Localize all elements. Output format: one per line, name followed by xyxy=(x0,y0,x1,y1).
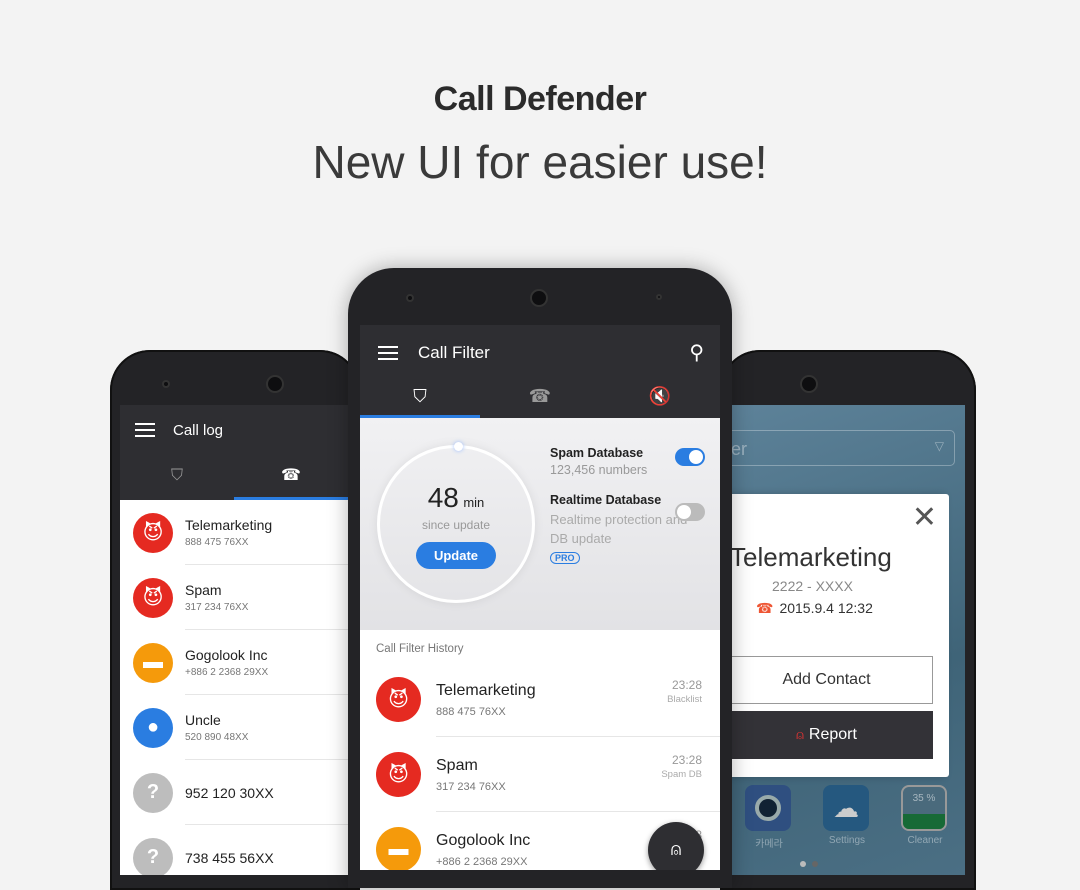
update-timer: 48 min since update Update xyxy=(377,442,535,603)
sensor-icon xyxy=(656,294,662,300)
devil-icon: 😈 xyxy=(133,512,173,553)
close-icon[interactable]: ✕ xyxy=(912,500,937,535)
contact-name: 952 120 30XX xyxy=(185,784,274,801)
missed-call-icon: ☎ xyxy=(756,600,774,616)
tab-mute[interactable]: 🔇 xyxy=(600,380,720,418)
call-log-list: 😈 Telemarketing 888 475 76XX 😈 Spam 317 … xyxy=(120,500,348,875)
tab-call[interactable]: ☎ xyxy=(480,380,600,418)
store-icon: ▬ xyxy=(133,642,173,683)
contact-name: Gogolook Inc xyxy=(185,647,268,663)
contact-number: 520 890 48XX xyxy=(185,732,249,743)
devil-icon: 😈 xyxy=(376,752,421,797)
timer-unit: min xyxy=(463,495,485,510)
call-log-item[interactable]: ? 738 455 56XX xyxy=(120,825,348,875)
speaker-icon xyxy=(266,375,284,393)
store-icon: ▬ xyxy=(376,827,421,870)
status-panel: 48 min since update Update Spam Database… xyxy=(360,418,720,630)
cleaner-value: 35 % xyxy=(912,793,936,804)
home-apps: 카메라 ☁ Settings 35 % Cleaner xyxy=(745,785,949,850)
history-label: Call Filter History xyxy=(376,643,464,655)
menu-icon[interactable] xyxy=(135,423,155,437)
unknown-icon: ? xyxy=(133,837,173,875)
devil-icon: 😈 xyxy=(133,577,173,618)
call-time: 23:28 xyxy=(671,753,702,767)
right-screen: er ▽ 카메라 ☁ Settings 35 % Cleaner ✕ Telem… xyxy=(730,405,965,875)
report-label: Report xyxy=(808,726,857,743)
add-contact-button[interactable]: Add Contact xyxy=(730,656,933,704)
contact-name: Uncle xyxy=(185,712,221,728)
speaker-icon xyxy=(530,289,548,307)
contact-name: Spam xyxy=(185,582,222,598)
headline-title: Call Defender xyxy=(433,80,647,118)
caller-name: Telemarketing xyxy=(730,542,892,572)
app-cleaner[interactable]: 35 % Cleaner xyxy=(901,785,949,850)
call-time: 23:28 xyxy=(671,678,702,692)
app-camera[interactable]: 카메라 xyxy=(745,785,793,850)
caller-dialog: ✕ Telemarketing 2222 - XXXX ☎ 2015.9.4 12… xyxy=(730,494,949,777)
dropdown-icon[interactable]: ▽ xyxy=(935,439,944,453)
contact-number: 888 475 76XX xyxy=(185,537,249,548)
devil-icon: 😈 xyxy=(376,677,421,722)
unknown-icon: ? xyxy=(133,772,173,813)
menu-icon[interactable] xyxy=(378,345,398,360)
tab-filter[interactable]: ⛉ xyxy=(360,380,480,418)
call-log-item[interactable]: 😈 Telemarketing 888 475 76XX xyxy=(120,500,348,565)
app-settings[interactable]: ☁ Settings xyxy=(823,785,871,850)
app-title: Call Filter xyxy=(418,342,490,362)
tab-shield[interactable]: ⛉ xyxy=(120,455,234,500)
search-bar[interactable]: er ▽ xyxy=(730,430,955,466)
left-screen: Call log ⛉ ☎ 😈 Telemarketing 888 475 76X… xyxy=(120,405,348,875)
call-log-item[interactable]: ▬ Gogolook Inc +886 2 2368 29XX xyxy=(120,630,348,695)
camera-icon xyxy=(162,380,170,388)
app-title: Call log xyxy=(173,421,224,439)
headline-subtitle: New UI for easier use! xyxy=(312,136,768,188)
update-button[interactable]: Update xyxy=(416,542,496,569)
report-fab[interactable]: ⍝ xyxy=(648,822,704,870)
timer-value: 48 xyxy=(427,482,459,513)
caller-number: 317 234 76XX xyxy=(436,780,506,793)
person-icon: ● xyxy=(133,707,173,748)
timer-label: since update xyxy=(421,518,491,532)
history-item[interactable]: 😈 Spam 317 234 76XX 23:28 Spam DB xyxy=(360,737,720,812)
alarm-icon: ⍝ xyxy=(670,839,682,859)
call-log-item[interactable]: ● Uncle 520 890 48XX xyxy=(120,695,348,760)
weather-icon: ☁ xyxy=(823,785,869,831)
call-datetime: 2015.9.4 12:32 xyxy=(779,600,873,616)
contact-number: 317 234 76XX xyxy=(185,602,249,613)
contact-number: +886 2 2368 29XX xyxy=(185,667,269,678)
contact-name: Telemarketing xyxy=(185,517,273,533)
call-log-item[interactable]: ? 952 120 30XX xyxy=(120,760,348,825)
camera-icon xyxy=(406,294,414,302)
add-contact-label: Add Contact xyxy=(782,671,871,688)
camera-icon xyxy=(755,795,781,821)
alarm-icon: ⍝ xyxy=(796,727,804,742)
center-screen: Call Filter ⚲ ⛉ ☎ 🔇 48 min since update … xyxy=(360,325,720,870)
tab-call[interactable]: ☎ xyxy=(234,455,348,500)
report-button[interactable]: ⍝ Report xyxy=(730,711,933,759)
app-label: Cleaner xyxy=(907,835,943,846)
pro-badge: PRO xyxy=(550,552,580,564)
contact-name: 738 455 56XX xyxy=(185,849,274,866)
filter-source: Spam DB xyxy=(661,769,702,780)
search-partial: er xyxy=(731,439,748,459)
app-label: Settings xyxy=(828,835,866,846)
caller-number: 2222 - XXXX xyxy=(772,578,853,594)
app-label: 카메라 xyxy=(755,839,783,850)
search-icon[interactable]: ⚲ xyxy=(689,340,704,365)
realtime-db-toggle[interactable] xyxy=(675,503,705,521)
spam-db-toggle[interactable] xyxy=(675,448,705,466)
filter-source: Blacklist xyxy=(667,694,702,705)
caller-number: 888 475 76XX xyxy=(436,705,506,718)
speaker-icon xyxy=(800,375,818,393)
call-log-item[interactable]: 😈 Spam 317 234 76XX xyxy=(120,565,348,630)
history-item[interactable]: 😈 Telemarketing 888 475 76XX 23:28 Black… xyxy=(360,662,720,737)
